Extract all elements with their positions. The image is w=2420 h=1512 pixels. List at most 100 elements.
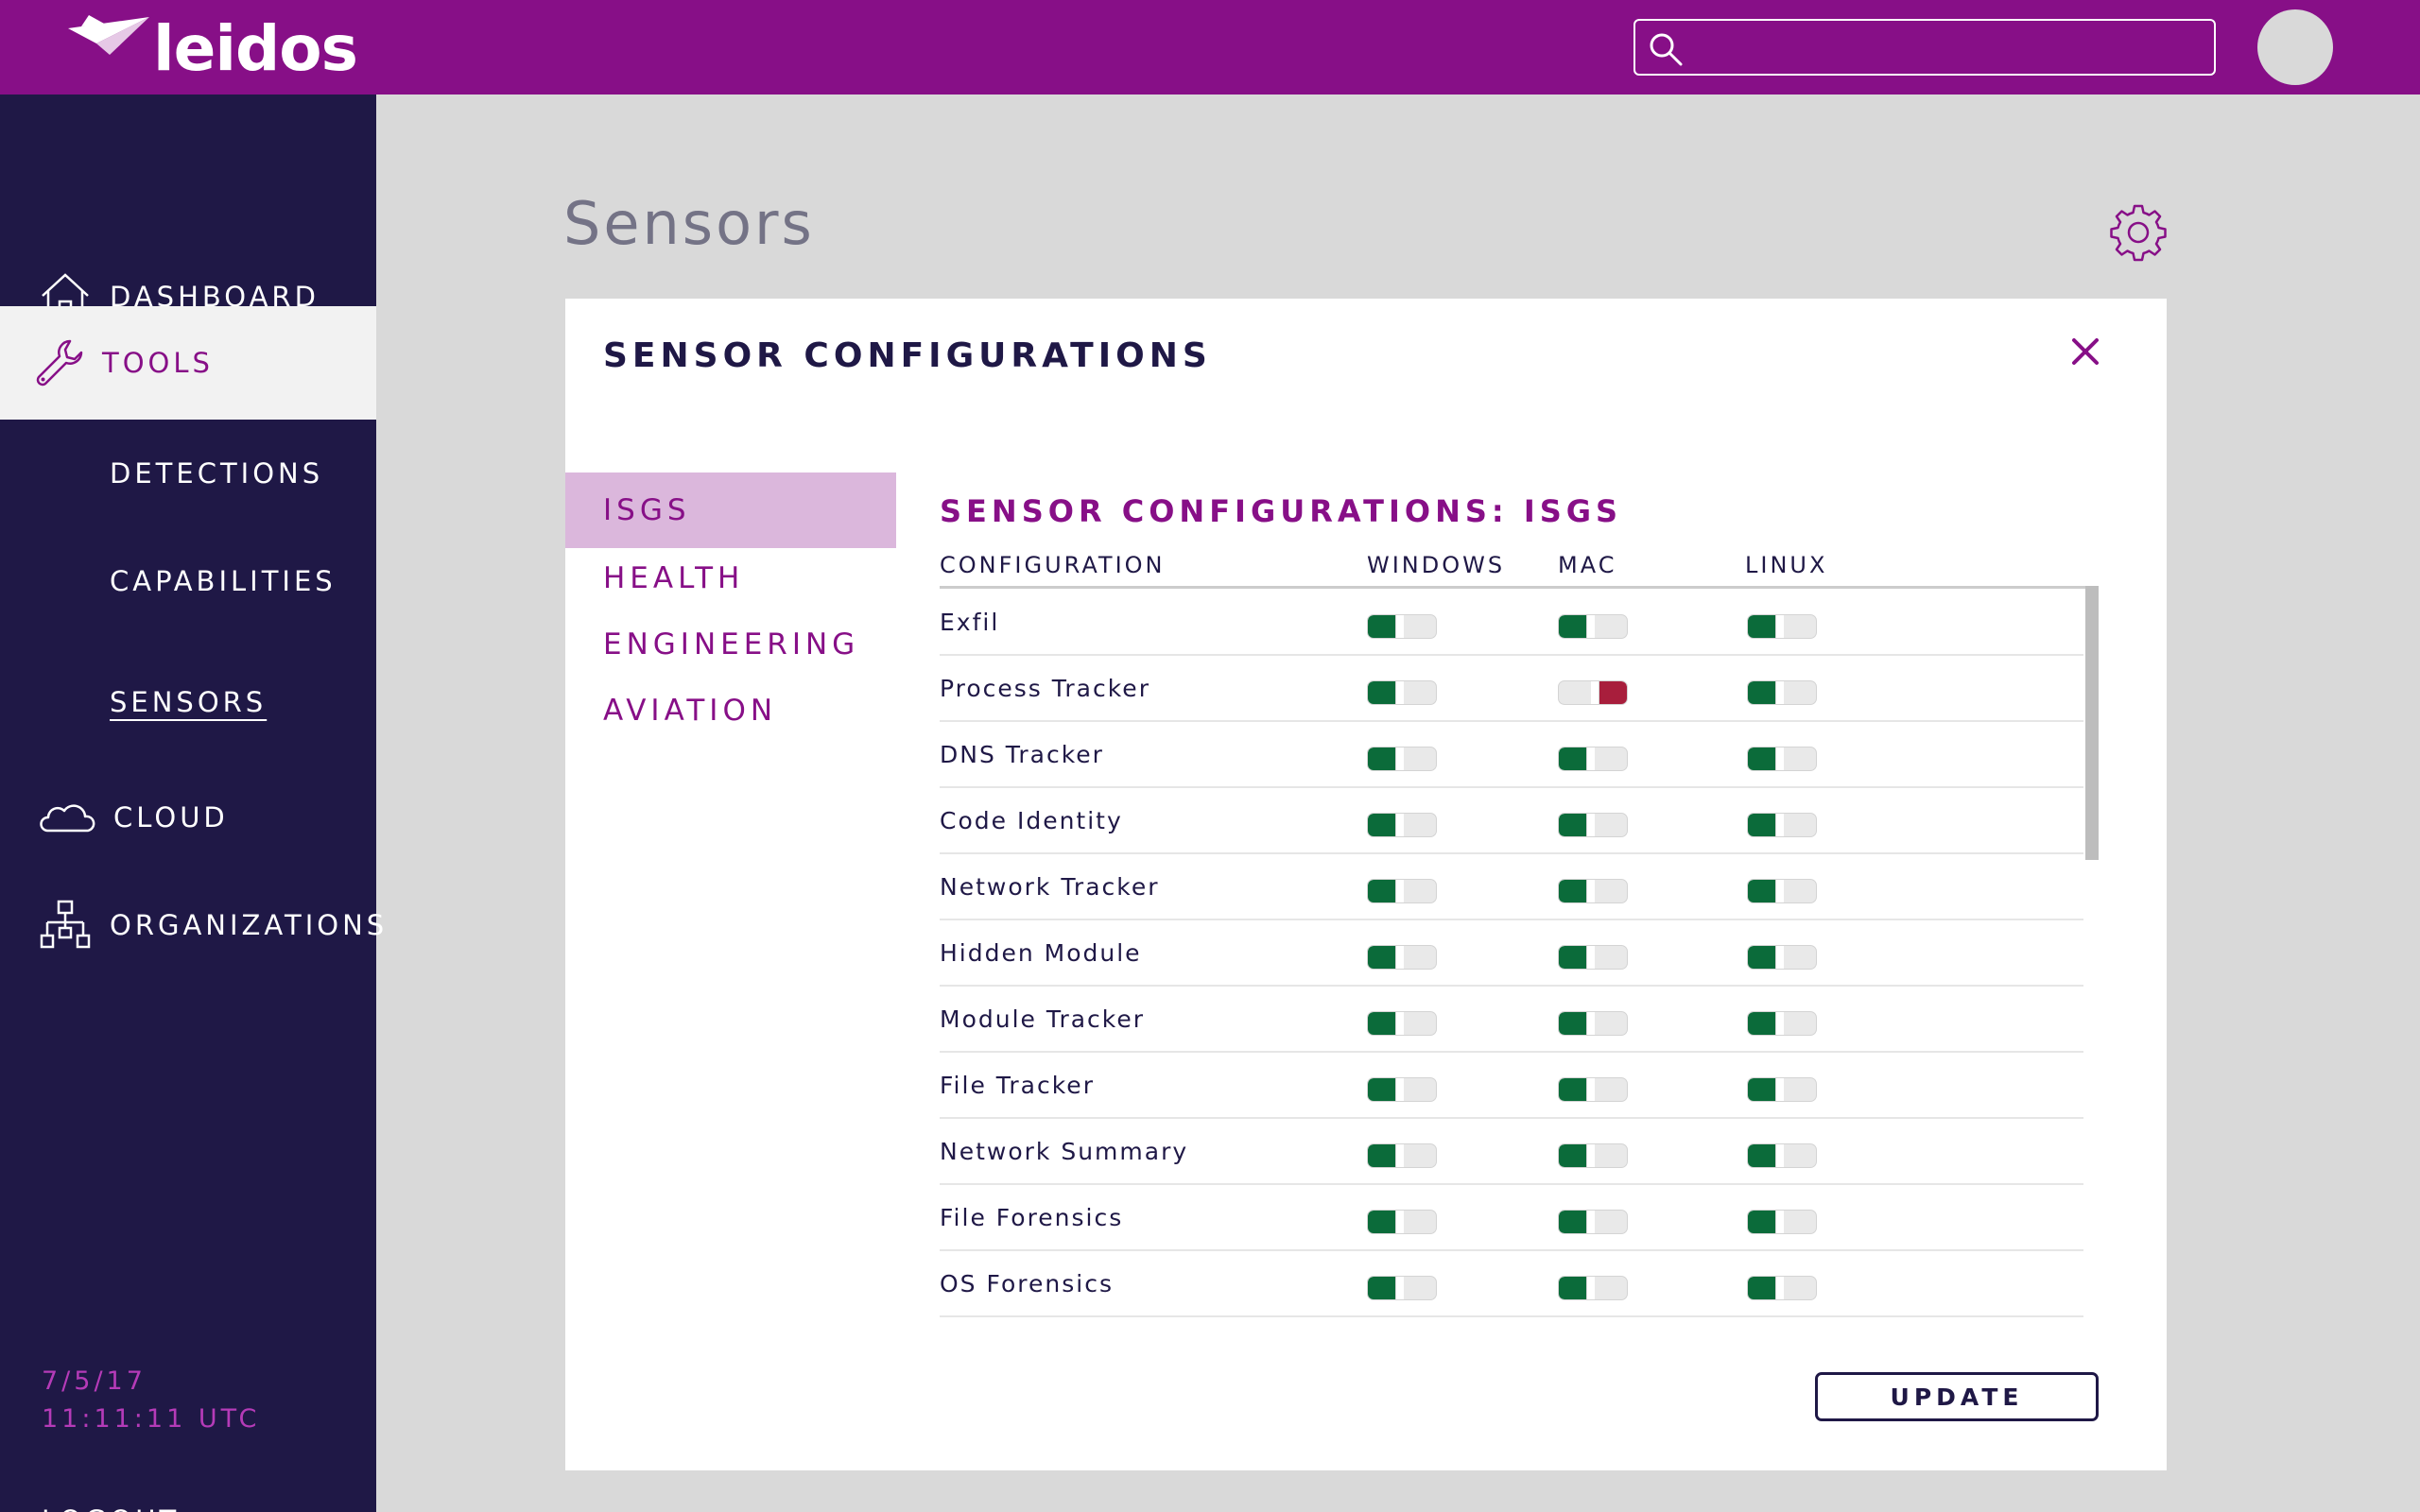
toggle-windows[interactable] xyxy=(1367,1276,1437,1300)
datetime: 7/5/17 11:11:11 UTC xyxy=(42,1363,260,1438)
wrench-icon xyxy=(36,339,83,387)
header-divider xyxy=(940,586,2095,589)
top-bar: leidos xyxy=(0,0,2420,94)
toggle-windows[interactable] xyxy=(1367,945,1437,970)
toggle-windows[interactable] xyxy=(1367,680,1437,705)
configuration-name: DNS Tracker xyxy=(940,741,1104,768)
toggle-knob xyxy=(1748,747,1784,770)
sidebar-subitem-capabilities[interactable]: CAPABILITIES xyxy=(110,565,337,597)
sidebar-item-organizations[interactable]: ORGANIZATIONS xyxy=(0,868,384,982)
table-row: DNS Tracker xyxy=(940,722,2083,788)
toggle-knob xyxy=(1559,1144,1595,1167)
toggle-linux[interactable] xyxy=(1747,747,1817,771)
toggle-linux[interactable] xyxy=(1747,1276,1817,1300)
toggle-windows[interactable] xyxy=(1367,1210,1437,1234)
toggle-knob xyxy=(1559,1078,1595,1101)
section-title: SENSOR CONFIGURATIONS: ISGS xyxy=(940,493,1623,529)
toggle-knob xyxy=(1748,1078,1784,1101)
toggle-knob xyxy=(1368,681,1404,704)
table-row: Module Tracker xyxy=(940,987,2083,1053)
column-header-mac: MAC xyxy=(1558,552,1617,578)
toggle-mac[interactable] xyxy=(1558,680,1628,705)
avatar[interactable] xyxy=(2257,9,2333,85)
sidebar-item-tools[interactable]: TOOLS xyxy=(0,306,376,420)
update-button[interactable]: UPDATE xyxy=(1815,1372,2099,1421)
configuration-name: Exfil xyxy=(940,609,1000,636)
tab-aviation[interactable]: AVIATION xyxy=(565,673,896,748)
toggle-linux[interactable] xyxy=(1747,945,1817,970)
close-icon[interactable] xyxy=(2066,333,2104,370)
tab-engineering[interactable]: ENGINEERING xyxy=(565,607,896,682)
table-scrollbar[interactable] xyxy=(2085,586,2099,860)
toggle-knob xyxy=(1748,681,1784,704)
toggle-knob xyxy=(1368,1211,1404,1233)
toggle-mac[interactable] xyxy=(1558,1276,1628,1300)
toggle-knob xyxy=(1368,1078,1404,1101)
toggle-knob xyxy=(1748,1012,1784,1035)
sidebar-subitem-detections[interactable]: DETECTIONS xyxy=(110,457,323,490)
paper-plane-icon xyxy=(68,15,149,55)
toggle-linux[interactable] xyxy=(1747,1143,1817,1168)
toggle-knob xyxy=(1368,615,1404,638)
toggle-mac[interactable] xyxy=(1558,813,1628,837)
logo-text: leidos xyxy=(153,12,358,85)
toggle-windows[interactable] xyxy=(1367,1011,1437,1036)
table-row: Exfil xyxy=(940,590,2083,656)
toggle-mac[interactable] xyxy=(1558,1011,1628,1036)
toggle-linux[interactable] xyxy=(1747,680,1817,705)
search-input[interactable] xyxy=(1696,26,2203,68)
sidebar-subitem-sensors[interactable]: SENSORS xyxy=(110,686,267,718)
toggle-knob xyxy=(1748,880,1784,902)
current-date: 7/5/17 xyxy=(42,1366,147,1396)
current-time: 11:11:11 UTC xyxy=(42,1404,261,1434)
toggle-knob xyxy=(1748,946,1784,969)
toggle-knob xyxy=(1559,814,1595,836)
toggle-linux[interactable] xyxy=(1747,879,1817,903)
configuration-name: File Forensics xyxy=(940,1204,1124,1231)
toggle-linux[interactable] xyxy=(1747,1077,1817,1102)
toggle-knob xyxy=(1559,747,1595,770)
table-row: Network Tracker xyxy=(940,854,2083,920)
toggle-knob xyxy=(1368,1277,1404,1299)
gear-icon[interactable] xyxy=(2108,202,2169,263)
toggle-mac[interactable] xyxy=(1558,614,1628,639)
toggle-linux[interactable] xyxy=(1747,813,1817,837)
toggle-windows[interactable] xyxy=(1367,1077,1437,1102)
logout-link[interactable]: LOGOUT xyxy=(42,1504,180,1512)
toggle-linux[interactable] xyxy=(1747,614,1817,639)
toggle-mac[interactable] xyxy=(1558,1210,1628,1234)
toggle-knob xyxy=(1368,814,1404,836)
toggle-knob xyxy=(1748,1211,1784,1233)
column-header-windows: WINDOWS xyxy=(1367,552,1506,578)
search-box[interactable] xyxy=(1634,19,2216,76)
toggle-knob xyxy=(1368,946,1404,969)
table-row: Code Identity xyxy=(940,788,2083,854)
toggle-knob xyxy=(1748,1277,1784,1299)
tab-health[interactable]: HEALTH xyxy=(565,541,896,616)
toggle-windows[interactable] xyxy=(1367,747,1437,771)
toggle-knob xyxy=(1748,814,1784,836)
toggle-windows[interactable] xyxy=(1367,1143,1437,1168)
tab-isgs[interactable]: ISGS xyxy=(565,472,896,548)
table-row: Hidden Module xyxy=(940,920,2083,987)
toggle-mac[interactable] xyxy=(1558,879,1628,903)
cloud-icon xyxy=(40,804,95,833)
sidebar: DASHBOARD TOOLS DETECTIONS CAPABILITIES … xyxy=(0,94,384,1512)
toggle-mac[interactable] xyxy=(1558,747,1628,771)
toggle-knob xyxy=(1368,1144,1404,1167)
toggle-windows[interactable] xyxy=(1367,879,1437,903)
toggle-knob xyxy=(1368,1012,1404,1035)
leidos-logo[interactable]: leidos xyxy=(68,11,358,85)
toggle-mac[interactable] xyxy=(1558,945,1628,970)
toggle-mac[interactable] xyxy=(1558,1077,1628,1102)
sidebar-item-cloud[interactable]: CLOUD xyxy=(0,761,376,874)
toggle-windows[interactable] xyxy=(1367,614,1437,639)
toggle-knob xyxy=(1748,1144,1784,1167)
toggle-knob xyxy=(1559,1277,1595,1299)
toggle-linux[interactable] xyxy=(1747,1210,1817,1234)
toggle-windows[interactable] xyxy=(1367,813,1437,837)
toggle-mac[interactable] xyxy=(1558,1143,1628,1168)
toggle-knob xyxy=(1559,946,1595,969)
table-row: Process Tracker xyxy=(940,656,2083,722)
toggle-linux[interactable] xyxy=(1747,1011,1817,1036)
